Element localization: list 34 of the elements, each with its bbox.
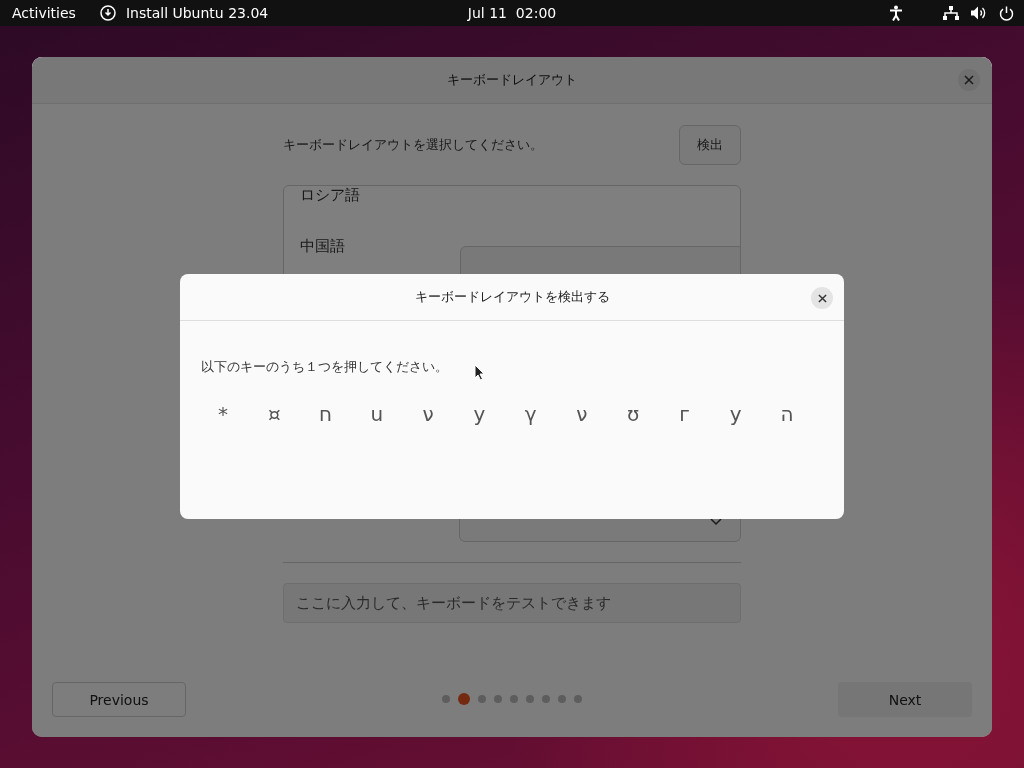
instruction-text: 以下のキーのうち１つを押してください。 xyxy=(201,358,448,376)
download-icon xyxy=(99,5,116,21)
prompt-text: キーボードレイアウトを選択してください。 xyxy=(283,136,543,154)
key-symbol: ʊ xyxy=(625,402,641,426)
close-icon xyxy=(964,75,974,85)
activities-button[interactable]: Activities xyxy=(8,5,80,21)
key-symbol: ս xyxy=(369,402,385,426)
app-menu-button[interactable]: Install Ubuntu 23.04 xyxy=(121,5,273,21)
previous-button[interactable]: Previous xyxy=(52,682,186,717)
volume-icon[interactable] xyxy=(971,6,987,20)
clock-button[interactable]: Jul 11 02:00 xyxy=(463,5,561,21)
key-symbol: ¤ xyxy=(266,402,282,426)
layout-item[interactable]: ロシア語 xyxy=(284,186,740,222)
key-symbol: г xyxy=(678,402,691,426)
key-symbol: ν xyxy=(421,402,435,426)
test-input-field[interactable]: ここに入力して、キーボードをテストできます xyxy=(283,583,741,623)
key-symbol: ה xyxy=(779,402,795,426)
network-icon[interactable] xyxy=(943,5,959,21)
power-icon[interactable] xyxy=(999,5,1014,21)
accessibility-icon[interactable] xyxy=(889,5,903,21)
dialog-title: キーボードレイアウトを検出する xyxy=(414,288,610,306)
detect-button[interactable]: 検出 xyxy=(679,125,741,165)
mouse-pointer-icon xyxy=(474,364,485,381)
key-symbol: γ xyxy=(523,402,538,426)
window-title: キーボードレイアウト xyxy=(447,71,577,89)
close-button[interactable] xyxy=(811,287,833,309)
key-symbol: ח xyxy=(318,402,334,426)
key-symbol: у xyxy=(472,402,487,426)
key-symbol: * xyxy=(217,402,229,426)
key-symbol: ν xyxy=(575,402,589,426)
chevron-down-icon xyxy=(710,518,722,526)
next-button[interactable]: Next xyxy=(838,682,972,717)
key-symbol: у xyxy=(728,402,743,426)
close-icon xyxy=(817,293,827,303)
